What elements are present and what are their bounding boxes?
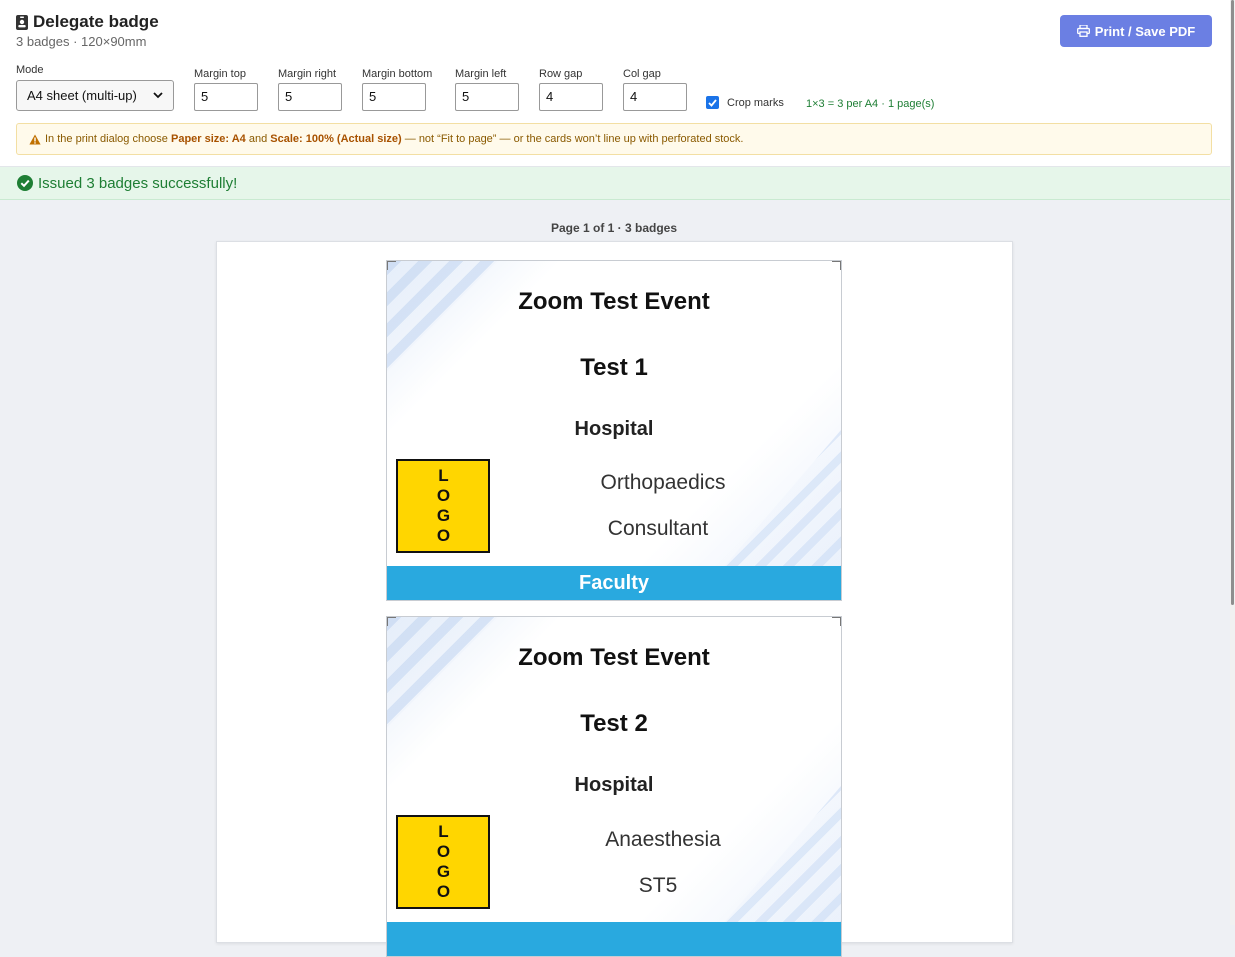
- col-gap-input[interactable]: 4: [623, 83, 687, 111]
- badge-card: Zoom Test Event Test 2 Hospital LOGO Ana…: [386, 616, 842, 957]
- row-gap-label: Row gap: [539, 68, 583, 80]
- margin-right-input[interactable]: 5: [278, 83, 342, 111]
- badge-organisation: Hospital: [574, 418, 654, 440]
- printer-icon: [1076, 25, 1095, 37]
- margin-top-input[interactable]: 5: [194, 83, 258, 111]
- badge-logo: LOGO: [396, 459, 490, 553]
- settings-panel: Delegate badge 3 badges · 120×90mm Print…: [0, 0, 1230, 167]
- success-text: Issued 3 badges successfully!: [38, 174, 238, 192]
- badge-category-band: Faculty: [387, 566, 841, 600]
- warning-paper-size: Paper size: A4: [170, 133, 246, 145]
- badge-role: Consultant: [607, 517, 709, 540]
- id-badge-icon: [16, 14, 28, 30]
- row-gap-input[interactable]: 4: [539, 83, 603, 111]
- crop-mark: [832, 617, 841, 626]
- badge-decoration: [721, 786, 841, 926]
- badge-department: Orthopaedics: [600, 471, 726, 494]
- crop-marks-label: Crop marks: [727, 96, 784, 109]
- badge-card: Zoom Test Event Test 1 Hospital LOGO Ort…: [386, 260, 842, 601]
- margin-left-input[interactable]: 5: [455, 83, 519, 111]
- badge-logo: LOGO: [396, 815, 490, 909]
- print-warning: In the print dialog choose Paper size: A…: [16, 123, 1212, 155]
- print-save-pdf-button[interactable]: Print / Save PDF: [1060, 15, 1212, 47]
- crop-mark: [832, 261, 841, 270]
- badge-department: Anaesthesia: [605, 828, 721, 851]
- page-subtitle: 3 badges · 120×90mm: [16, 34, 147, 49]
- crop-marks-checkbox[interactable]: [706, 96, 719, 109]
- margin-bottom-label: Margin bottom: [362, 68, 433, 80]
- margin-top-label: Margin top: [194, 68, 246, 80]
- title-row: Delegate badge: [16, 12, 159, 32]
- badge-delegate-name: Test 2: [580, 710, 648, 737]
- badge-event-name: Zoom Test Event: [518, 644, 710, 671]
- scrollbar-thumb[interactable]: [1231, 0, 1234, 605]
- mode-value: A4 sheet (multi-up): [27, 88, 137, 103]
- print-button-label: Print / Save PDF: [1094, 23, 1196, 39]
- crop-mark: [387, 261, 396, 270]
- crop-marks-toggle[interactable]: Crop marks: [706, 96, 784, 109]
- margin-bottom-input[interactable]: 5: [362, 83, 426, 111]
- badge-event-name: Zoom Test Event: [518, 288, 710, 315]
- badge-organisation: Hospital: [574, 774, 654, 796]
- chevron-down-icon: [153, 92, 163, 99]
- margin-left-label: Margin left: [455, 68, 507, 80]
- badge-role: ST5: [638, 874, 678, 897]
- success-message: Issued 3 badges successfully!: [0, 167, 1230, 200]
- logo-text: LOGO: [434, 466, 453, 546]
- page-caption: Page 1 of 1 · 3 badges: [550, 221, 678, 235]
- col-gap-label: Col gap: [623, 68, 661, 80]
- layout-info: 1×3 = 3 per A4 · 1 page(s): [806, 98, 935, 110]
- badge-category-band: [387, 922, 841, 956]
- warning-triangle-icon: [29, 134, 41, 145]
- warning-text-post: — not “Fit to page” — or the cards won’t…: [401, 133, 744, 145]
- mode-select[interactable]: A4 sheet (multi-up): [16, 80, 174, 111]
- margin-right-label: Margin right: [278, 68, 337, 80]
- crop-mark: [387, 617, 396, 626]
- badge-delegate-name: Test 1: [580, 354, 648, 381]
- warning-text-and: and: [245, 133, 271, 145]
- badge-decoration: [721, 430, 841, 570]
- check-circle-icon: [17, 175, 33, 191]
- logo-text: LOGO: [434, 822, 453, 902]
- page-title: Delegate badge: [33, 12, 159, 31]
- warning-scale: Scale: 100% (Actual size): [270, 133, 402, 145]
- mode-label: Mode: [16, 64, 44, 76]
- warning-text-pre: In the print dialog choose: [45, 133, 171, 145]
